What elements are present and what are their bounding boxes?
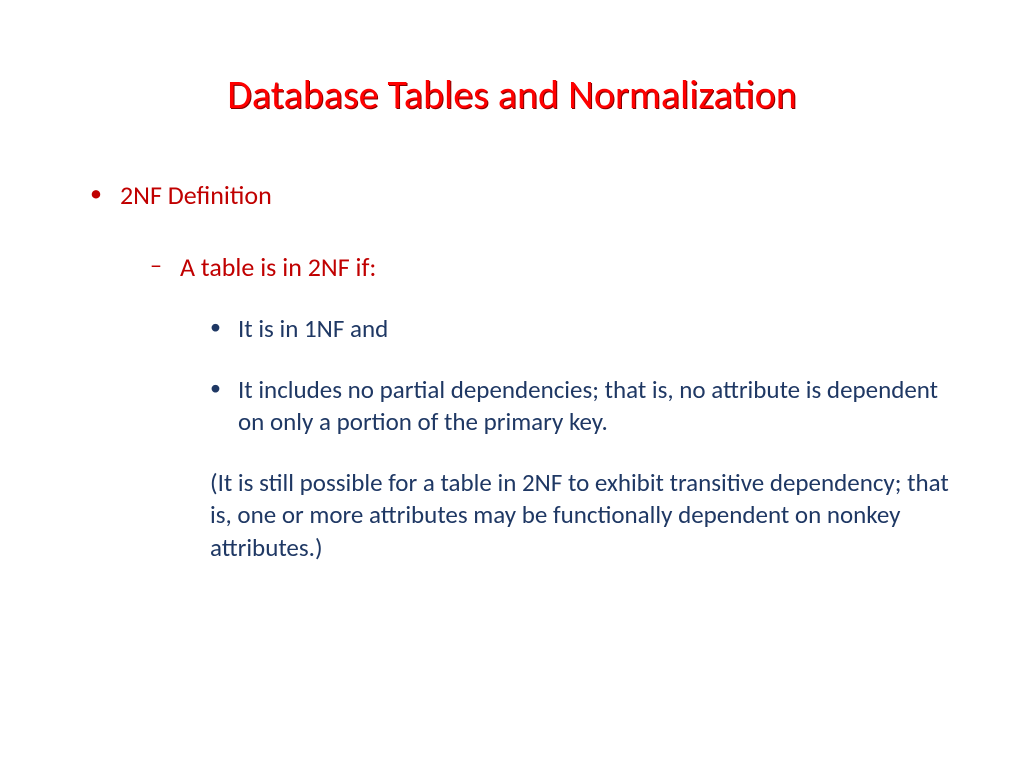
title-main: Database Tables and Normalization (227, 70, 796, 119)
level2-text: A table is in 2NF if: (180, 251, 376, 283)
bullet-list-level2: A table is in 2NF if: It is in 1NF and I… (120, 251, 954, 564)
level3-text-1: It includes no partial dependencies; tha… (238, 374, 938, 438)
level2-item: A table is in 2NF if: It is in 1NF and I… (150, 251, 954, 564)
slide: Database Tables and Normalization Databa… (0, 0, 1024, 768)
level1-text: 2NF Definition (120, 179, 272, 211)
level3-item-note: (It is still possible for a table in 2NF… (210, 467, 954, 565)
level1-item: 2NF Definition A table is in 2NF if: It … (90, 179, 954, 564)
level3-item: It includes no partial dependencies; tha… (210, 374, 954, 439)
slide-title: Database Tables and Normalization Databa… (70, 70, 954, 119)
level3-text-2: (It is still possible for a table in 2NF… (210, 467, 949, 563)
level3-text-0: It is in 1NF and (238, 313, 388, 344)
bullet-list-level3: It is in 1NF and It includes no partial … (180, 313, 954, 564)
level3-item: It is in 1NF and (210, 313, 954, 346)
bullet-list-level1: 2NF Definition A table is in 2NF if: It … (70, 179, 954, 564)
